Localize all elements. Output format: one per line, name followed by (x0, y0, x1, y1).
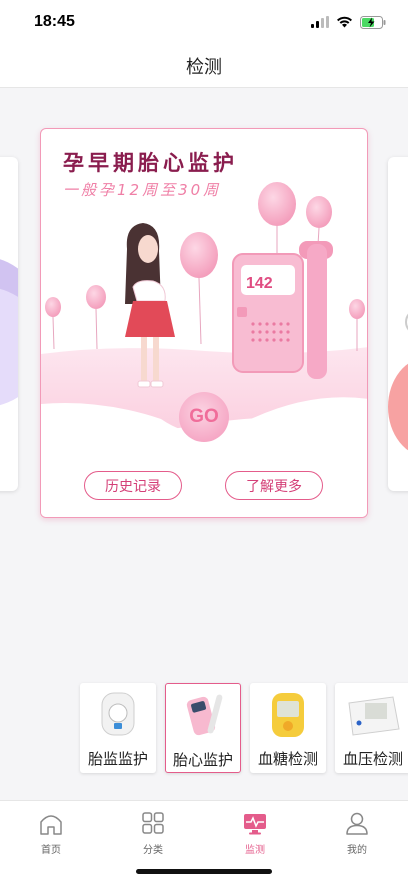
home-indicator (136, 869, 272, 874)
tab-home[interactable]: 首页 (0, 801, 102, 883)
home-icon (40, 815, 62, 835)
learn-more-button[interactable]: 了解更多 (225, 471, 323, 500)
product-card-blood-pressure[interactable]: 血压检测 (335, 683, 408, 773)
next-card-art (388, 313, 408, 451)
tab-label: 我的 (347, 845, 367, 856)
card-title: 孕早期胎心监护 (63, 150, 238, 175)
status-bar: 18:45 (0, 0, 408, 44)
tab-label: 分类 (143, 845, 163, 856)
glucose-meter-icon (272, 693, 304, 737)
tab-label: 监测 (245, 845, 265, 856)
doppler-device-icon (186, 694, 223, 736)
battery-charging-icon (360, 15, 386, 29)
card-subtitle: 一般孕12周至30周 (63, 181, 222, 199)
previous-card-art (0, 259, 18, 406)
carousel-area[interactable]: 孕早期胎心监护 一般孕12周至30周 142 GO 历史记录 了解更多 胎监监护… (0, 89, 408, 800)
nav-bar: 检测 (0, 44, 408, 88)
signal-icon (311, 16, 329, 28)
user-icon (346, 812, 368, 835)
monitor-icon (244, 814, 266, 835)
carousel-card-fetal-heart[interactable]: 孕早期胎心监护 一般孕12周至30周 142 GO 历史记录 了解更多 (40, 128, 368, 518)
carousel-card-next[interactable] (388, 157, 408, 491)
grid-icon (142, 812, 164, 834)
history-button[interactable]: 历史记录 (84, 471, 182, 500)
product-card-fetal-monitor[interactable]: 胎监监护 (80, 683, 156, 773)
page-title: 检测 (186, 56, 222, 78)
product-card-fetal-heart[interactable]: 胎心监护 (165, 683, 241, 773)
blood-pressure-meter-icon (348, 696, 400, 736)
product-strip[interactable]: 胎监监护 胎心监护 血糖检测 血压检测 (80, 683, 408, 775)
wifi-icon (337, 16, 352, 28)
go-button[interactable]: GO (179, 392, 229, 442)
product-label: 血压检测 (342, 750, 403, 768)
tab-profile[interactable]: 我的 (306, 801, 408, 883)
status-time: 18:45 (34, 13, 75, 30)
monitor-reading: 142 (246, 275, 273, 292)
product-label: 胎心监护 (172, 751, 233, 769)
fetal-monitor-device-icon (101, 692, 135, 736)
product-label: 胎监监护 (87, 750, 148, 768)
product-label: 血糖检测 (257, 750, 318, 768)
product-card-glucose[interactable]: 血糖检测 (250, 683, 326, 773)
status-icons (311, 15, 386, 29)
tab-label: 首页 (41, 845, 61, 856)
carousel-card-previous[interactable] (0, 157, 18, 491)
